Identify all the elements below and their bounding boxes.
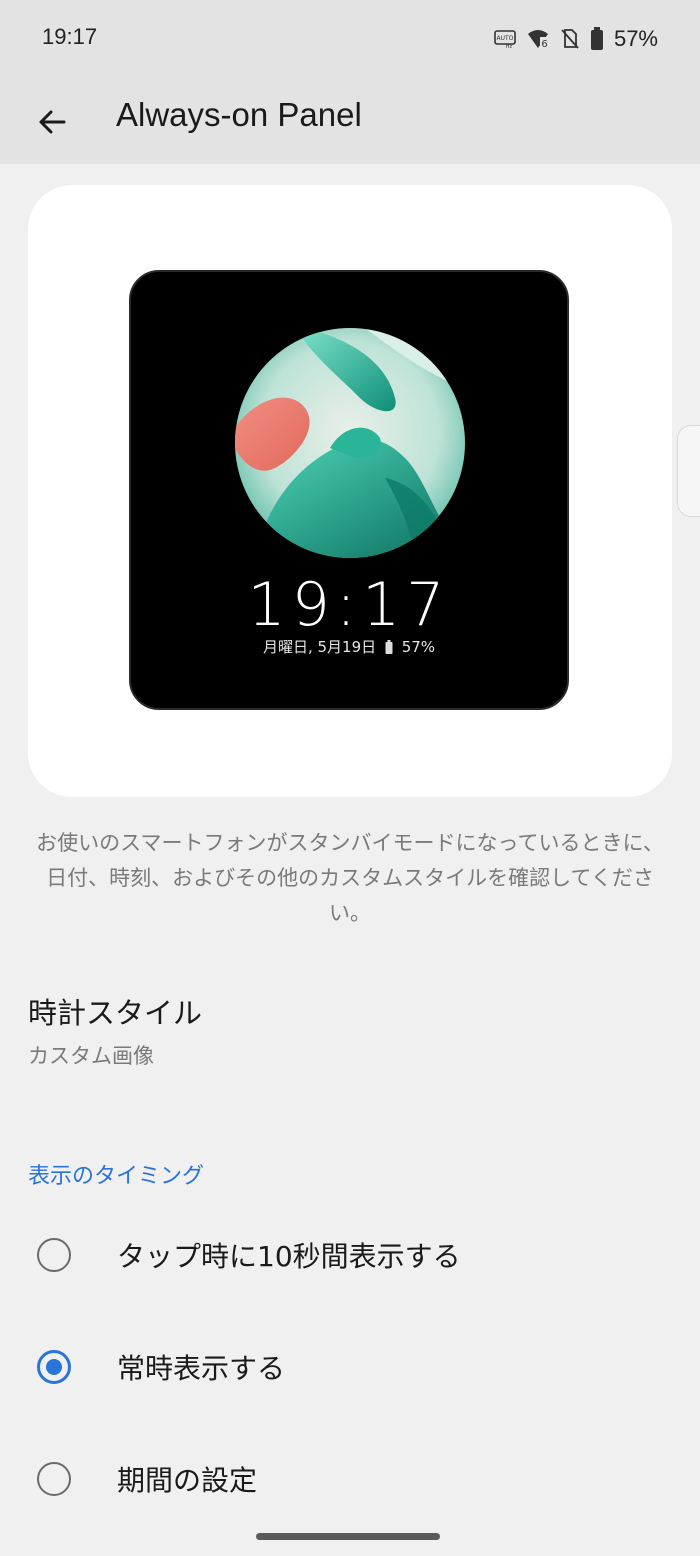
radio-label: 期間の設定 [117,1464,258,1497]
custom-wallpaper-image [235,328,465,558]
app-bar: Always-on Panel [0,80,700,164]
clock-style-value: カスタム画像 [28,1044,154,1068]
wifi-6-icon: 6 [526,28,550,50]
aod-clock: 19:17 [247,570,451,640]
edge-panel-handle[interactable] [677,425,700,517]
radio-label: タップ時に10秒間表示する [117,1240,461,1273]
preview-card: 19:17 月曜日, 5月19日 57% [28,185,672,797]
timing-section-header: 表示のタイミング [28,1164,205,1189]
svg-text:6: 6 [541,39,547,50]
auto-hz-icon: AUTO Hz [494,29,516,49]
status-time: 19:17 [42,24,98,49]
battery-percent: 57% [613,26,658,51]
gesture-navigation-bar[interactable] [256,1533,440,1540]
radio-label: 常時表示する [117,1352,286,1385]
radio-option-tap-10s[interactable]: タップ時に10秒間表示する [0,1205,700,1305]
svg-text:Hz: Hz [506,44,513,49]
aod-battery: 57% [401,638,436,656]
status-icons: AUTO Hz 6 57% [494,24,658,54]
description-text: お使いのスマートフォンがスタンバイモードになっているときに、日付、時刻、およびそ… [36,831,664,925]
svg-text:AUTO: AUTO [497,35,514,42]
aod-date-battery: 月曜日, 5月19日 57% [131,636,567,658]
radio-button[interactable] [37,1462,71,1496]
radio-button-selected[interactable] [37,1350,71,1384]
radio-option-always[interactable]: 常時表示する [0,1317,700,1417]
radio-button[interactable] [37,1238,71,1272]
clock-style-title: 時計スタイル [28,996,203,1030]
status-bar: 19:17 AUTO Hz 6 57% [0,0,700,80]
mini-battery-icon [385,640,393,658]
aod-preview: 19:17 月曜日, 5月19日 57% [129,270,569,710]
battery-icon [590,27,604,51]
aod-date: 月曜日, 5月19日 [262,638,377,656]
back-button[interactable] [28,98,76,146]
arrow-left-icon [39,110,66,134]
clock-style-setting[interactable]: 時計スタイル カスタム画像 [28,984,672,1084]
radio-option-schedule[interactable]: 期間の設定 [0,1429,700,1529]
no-sim-icon [560,28,580,50]
page-title: Always-on Panel [116,96,362,133]
